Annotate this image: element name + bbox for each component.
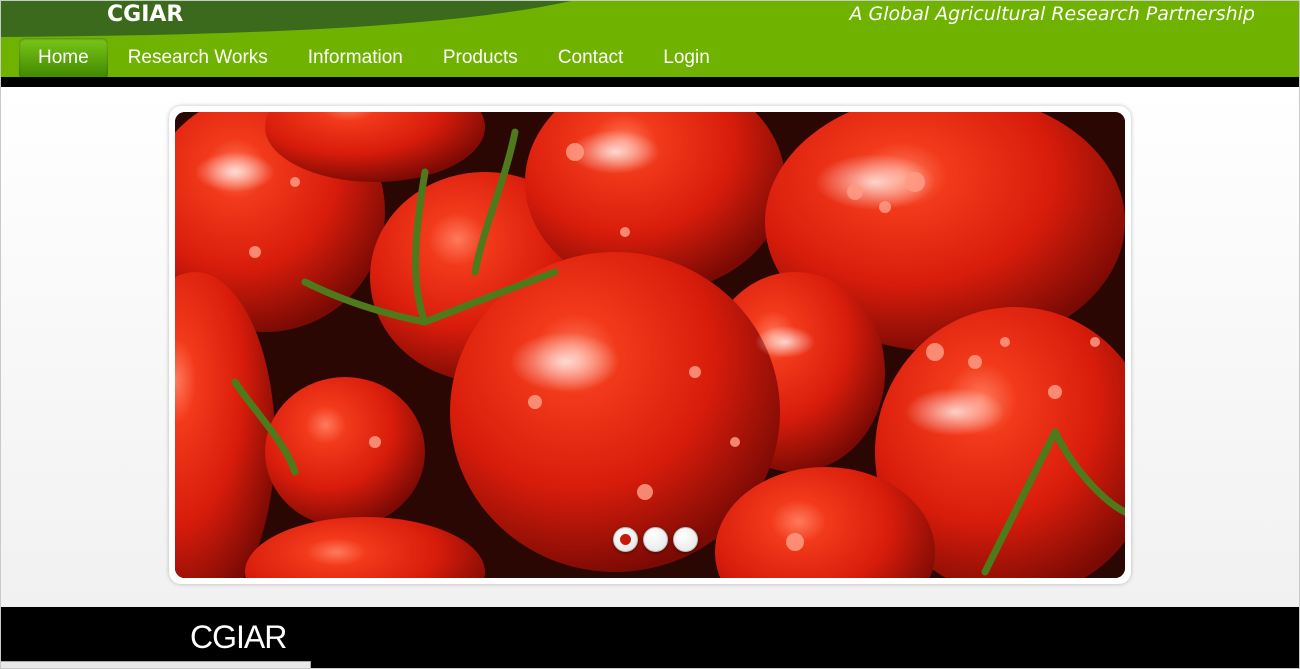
nav-contact[interactable]: Contact	[538, 38, 643, 77]
browser-status-bar	[1, 661, 311, 668]
slider-dot-1[interactable]	[613, 527, 638, 552]
tomatoes-photo	[175, 112, 1125, 578]
slider-dot-2[interactable]	[643, 527, 668, 552]
nav-login[interactable]: Login	[643, 38, 730, 77]
slide-tomatoes-image	[175, 112, 1125, 578]
slider-dot-3[interactable]	[673, 527, 698, 552]
slider-pagination	[613, 527, 698, 552]
nav-divider-bar	[1, 77, 1299, 87]
nav-products[interactable]: Products	[423, 38, 538, 77]
site-header: CGIAR A Global Agricultural Research Par…	[1, 1, 1299, 77]
image-slider	[169, 106, 1131, 584]
site-logo[interactable]: CGIAR	[107, 2, 183, 27]
footer-title: CGIAR	[190, 619, 287, 655]
site-tagline: A Global Agricultural Research Partnersh…	[849, 3, 1255, 25]
site-footer: CGIAR	[1, 607, 1299, 668]
nav-home[interactable]: Home	[19, 38, 108, 77]
nav-information[interactable]: Information	[288, 38, 423, 77]
main-nav: Home Research Works Information Products…	[19, 38, 730, 77]
browser-viewport: CGIAR A Global Agricultural Research Par…	[0, 0, 1300, 669]
nav-research-works[interactable]: Research Works	[108, 38, 288, 77]
main-content	[1, 87, 1299, 607]
